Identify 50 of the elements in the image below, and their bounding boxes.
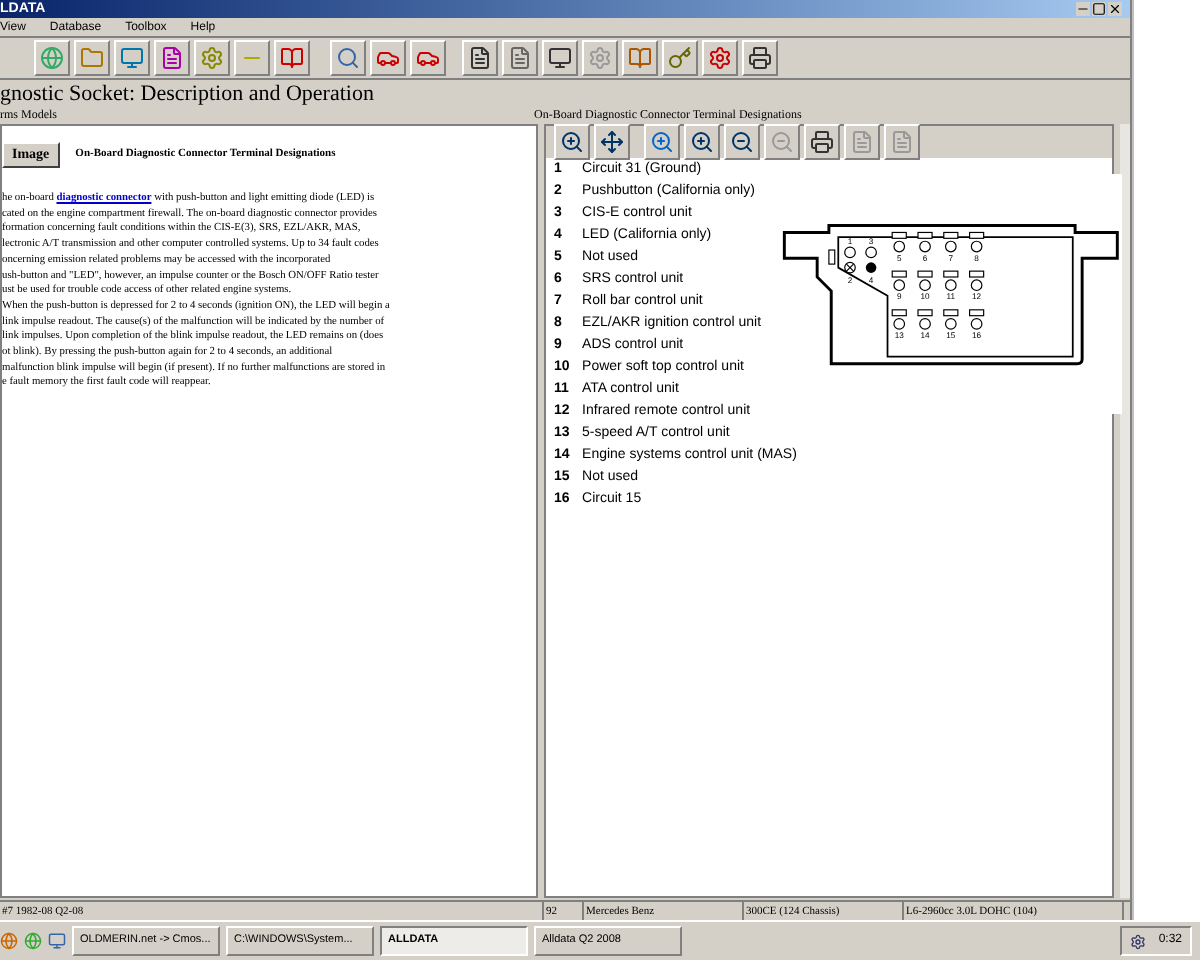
toolbar-button[interactable] (554, 124, 591, 160)
toolbar-button[interactable] (662, 40, 698, 76)
zoom-out-icon (730, 130, 755, 154)
close-icon[interactable] (1108, 2, 1122, 16)
toolbar-button[interactable] (410, 40, 446, 76)
print-icon (748, 46, 772, 70)
search-icon (336, 46, 360, 70)
zoom-in-icon (690, 130, 715, 154)
zoom-in-icon (650, 130, 675, 154)
move-icon (600, 130, 625, 154)
toolbar-button[interactable] (644, 124, 681, 160)
toolbar-button[interactable] (370, 40, 406, 76)
toolbar-button[interactable] (462, 40, 498, 76)
minimize-icon[interactable] (1076, 2, 1090, 16)
car-icon (376, 46, 400, 70)
gear-icon (708, 46, 732, 70)
document-icon (890, 130, 915, 154)
key-icon (668, 46, 692, 70)
book-icon (628, 46, 652, 70)
toolbar-button[interactable] (154, 40, 190, 76)
folder-icon (80, 46, 104, 70)
gear-icon (200, 46, 224, 70)
browser-icon[interactable] (0, 932, 18, 950)
maximize-icon[interactable] (1092, 2, 1106, 16)
toolbar-button[interactable] (502, 40, 538, 76)
car-icon (416, 46, 440, 70)
gear-icon (588, 46, 612, 70)
document-icon (160, 46, 184, 70)
document-icon (508, 46, 532, 70)
toolbar-button[interactable] (274, 40, 310, 76)
toolbar-button[interactable] (804, 124, 841, 160)
zoom-in-icon (560, 130, 585, 154)
page-heading: gnostic Socket: Description and Operation (0, 82, 376, 108)
document-icon (850, 130, 875, 154)
document-icon (468, 46, 492, 70)
monitor-icon (548, 46, 572, 70)
book-icon (280, 46, 304, 70)
zoom-out-icon (770, 130, 795, 154)
monitor-icon (120, 46, 144, 70)
toolbar-button[interactable] (542, 40, 578, 76)
globe-icon (40, 46, 64, 70)
print-icon (810, 130, 835, 154)
toolbar-button[interactable] (702, 40, 738, 76)
toolbar-button[interactable] (684, 124, 721, 160)
gear-icon (1130, 933, 1147, 949)
toolbar-button[interactable] (330, 40, 366, 76)
toolbar-button[interactable] (594, 124, 631, 160)
toolbar-button[interactable] (742, 40, 778, 76)
toolbar-button[interactable] (724, 124, 761, 160)
desktop-icon[interactable] (48, 932, 66, 950)
